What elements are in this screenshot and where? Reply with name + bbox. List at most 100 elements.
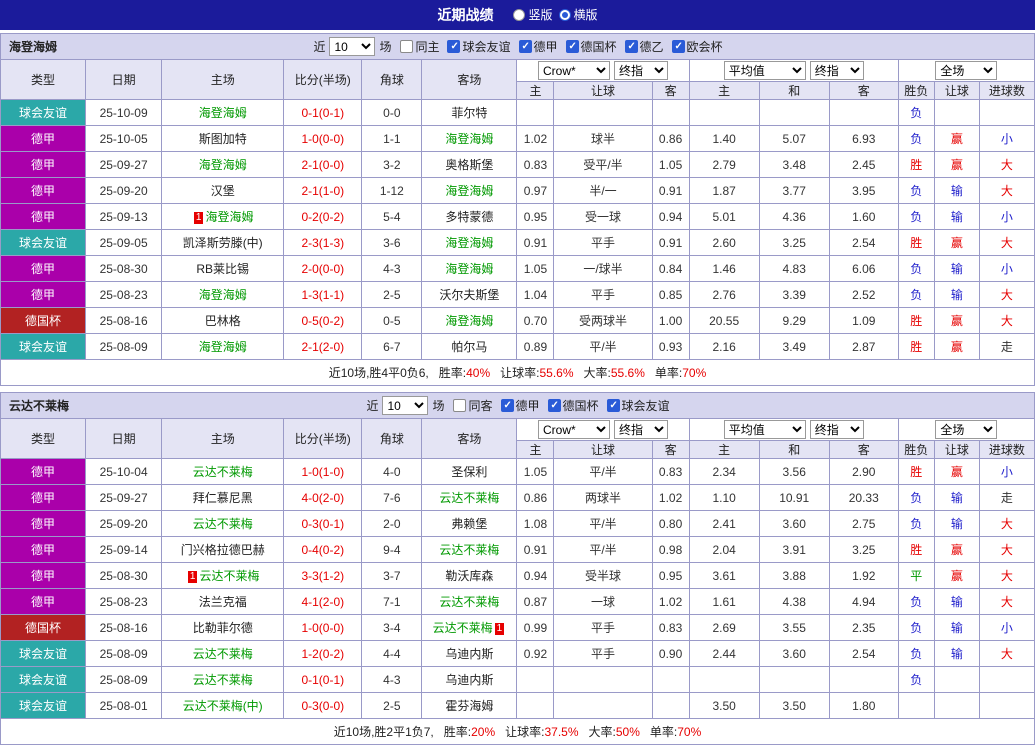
home-team-link[interactable]: 海登海姆 [199,158,247,172]
away-team-link[interactable]: 海登海姆 [445,132,493,146]
home-team-link[interactable]: 海登海姆 [205,210,253,224]
home-team-link[interactable]: 海登海姆 [199,340,247,354]
home-cell: 巴林格 [161,307,285,334]
away-team-link[interactable]: 海登海姆 [445,314,493,328]
asian-odds-time-select[interactable]: 终指 [614,420,669,439]
handicap-result-cell: 赢 [933,307,980,334]
match-row: 德甲 25-09-27 拜仁慕尼黑 4-0(2-0) 7-6 云达不莱梅 0.86 两球半 1.… [0,484,1035,511]
score-link[interactable]: 1-2(0-2) [301,647,344,661]
asian-odds-company-select[interactable]: Crow* [538,420,611,439]
ah-away-odds: 0.83 [651,458,690,485]
score-link[interactable]: 0-5(0-2) [301,314,344,328]
score-cell: 0-5(0-2) [283,307,363,334]
checkbox-德国杯[interactable] [565,40,579,53]
away-team-link[interactable]: 乌迪内斯 [445,673,493,687]
away-team-link[interactable]: 勒沃库森 [445,569,493,583]
recent-label: 近 [366,399,379,413]
home-team-link[interactable]: 比勒菲尔德 [193,621,253,635]
score-link[interactable]: 4-1(2-0) [301,595,344,609]
home-team-link[interactable]: 云达不莱梅 [193,465,253,479]
home-team-link[interactable]: 云达不莱梅 [193,517,253,531]
handicap-result-cell: 赢 [933,229,980,256]
score-link[interactable]: 0-1(0-1) [301,106,344,120]
home-team-link[interactable]: 斯图加特 [199,132,247,146]
home-team-link[interactable]: 海登海姆 [199,288,247,302]
score-link[interactable]: 2-1(2-0) [301,340,344,354]
score-link[interactable]: 0-4(0-2) [301,543,344,557]
scope-select[interactable]: 全场 [935,420,998,439]
score-link[interactable]: 1-0(0-0) [301,621,344,635]
handicap-result-cell: 输 [933,203,980,230]
home-team-link[interactable]: 拜仁慕尼黑 [193,491,253,505]
away-team-link[interactable]: 乌迪内斯 [445,647,493,661]
checkbox-德甲[interactable] [500,399,514,412]
eu-draw-odds: 4.36 [758,203,830,230]
recent-count-select[interactable]: 10 [329,37,376,56]
score-link[interactable]: 0-3(0-0) [301,699,344,713]
away-team-link[interactable]: 云达不莱梅 [439,595,499,609]
away-team-link[interactable]: 多特蒙德 [445,210,493,224]
away-team-link[interactable]: 霍芬海姆 [445,699,493,713]
euro-odds-time-select[interactable]: 终指 [809,420,864,439]
away-team-link[interactable]: 弗赖堡 [451,517,487,531]
away-team-link[interactable]: 沃尔夫斯堡 [439,288,499,302]
checkbox-欧会杯[interactable] [671,40,685,53]
score-link[interactable]: 4-0(2-0) [301,491,344,505]
score-link[interactable]: 1-0(1-0) [301,465,344,479]
asian-odds-company-select[interactable]: Crow* [538,61,611,80]
home-team-link[interactable]: 巴林格 [205,314,241,328]
home-team-link[interactable]: 门兴格拉德巴赫 [181,543,265,557]
team-name[interactable]: 云达不莱梅 [9,397,69,414]
score-cell: 0-1(0-1) [283,666,363,693]
away-team-link[interactable]: 海登海姆 [445,236,493,250]
away-team-link[interactable]: 奥格斯堡 [445,158,493,172]
score-link[interactable]: 2-0(0-0) [301,262,344,276]
away-team-link[interactable]: 圣保利 [451,465,487,479]
checkbox-德乙[interactable] [624,40,638,53]
home-team-link[interactable]: 云达不莱梅 [193,647,253,661]
radio-vertical-icon[interactable] [513,8,526,21]
checkbox-同主[interactable] [400,40,414,53]
home-team-link[interactable]: 云达不莱梅 [199,569,259,583]
away-team-link[interactable]: 云达不莱梅 [439,543,499,557]
asian-odds-time-select[interactable]: 终指 [614,61,669,80]
team-name[interactable]: 海登海姆 [9,38,57,55]
checkbox-同客[interactable] [453,399,467,412]
layout-option-horizontal[interactable]: 横版 [558,6,598,23]
euro-odds-time-select[interactable]: 终指 [809,61,864,80]
checkbox-德国杯[interactable] [547,399,561,412]
checkbox-球会友谊[interactable] [447,40,461,53]
away-team-link[interactable]: 菲尔特 [451,106,487,120]
euro-odds-company-select[interactable]: 平均值 [723,61,806,80]
layout-option-vertical[interactable]: 竖版 [513,6,553,23]
checkbox-球会友谊[interactable] [606,399,620,412]
score-link[interactable]: 1-0(0-0) [301,132,344,146]
checkbox-德甲[interactable] [518,40,532,53]
home-team-link[interactable]: 凯泽斯劳滕(中) [183,236,263,250]
scope-select[interactable]: 全场 [935,61,998,80]
radio-horizontal-icon[interactable] [558,8,571,21]
euro-odds-company-select[interactable]: 平均值 [723,420,806,439]
away-team-link[interactable]: 云达不莱梅 [439,491,499,505]
home-team-link[interactable]: 海登海姆 [199,106,247,120]
away-team-link[interactable]: 海登海姆 [445,262,493,276]
home-team-link[interactable]: 云达不莱梅(中) [183,699,263,713]
score-link[interactable]: 3-3(1-2) [301,569,344,583]
score-link[interactable]: 0-1(0-1) [301,673,344,687]
home-team-link[interactable]: 云达不莱梅 [193,673,253,687]
home-team-link[interactable]: RB莱比锡 [196,262,249,276]
score-link[interactable]: 2-1(0-0) [301,158,344,172]
score-link[interactable]: 1-3(1-1) [301,288,344,302]
away-team-link[interactable]: 云达不莱梅 [433,621,493,635]
corners-cell: 9-4 [361,536,423,563]
score-link[interactable]: 0-2(0-2) [301,210,344,224]
score-link[interactable]: 0-3(0-1) [301,517,344,531]
away-team-link[interactable]: 海登海姆 [445,184,493,198]
date-cell: 25-09-27 [85,151,163,178]
score-link[interactable]: 2-3(1-3) [301,236,344,250]
recent-count-select[interactable]: 10 [382,396,429,415]
home-team-link[interactable]: 法兰克福 [199,595,247,609]
away-team-link[interactable]: 帕尔马 [451,340,487,354]
score-link[interactable]: 2-1(1-0) [301,184,344,198]
home-team-link[interactable]: 汉堡 [211,184,235,198]
